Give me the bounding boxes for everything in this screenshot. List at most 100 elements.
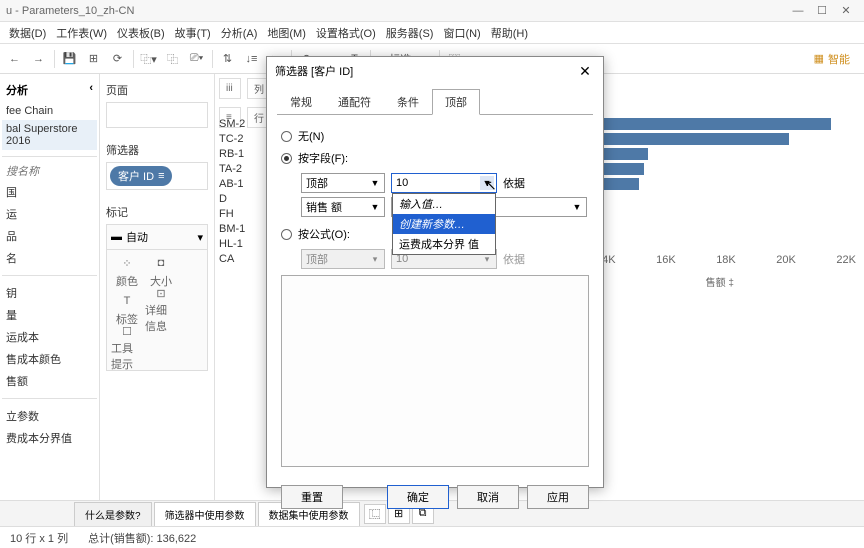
measure-combo[interactable]: 销售 额▼ — [301, 197, 385, 217]
dimension-item[interactable]: 品 — [2, 225, 97, 247]
toolbar-icon[interactable]: ⟳ — [107, 48, 129, 70]
by-label-2: 依据 — [503, 251, 525, 267]
formula-top-combo: 顶部▾ — [301, 249, 385, 269]
pages-shelf[interactable] — [106, 102, 208, 128]
columns-shelf[interactable]: iii — [219, 78, 241, 99]
toolbar-icon[interactable]: → — [28, 48, 50, 70]
dimension-item[interactable]: 运 — [2, 203, 97, 225]
tab-condition[interactable]: 条件 — [384, 89, 432, 115]
datasource-item[interactable]: bal Superstore 2016 — [2, 120, 97, 150]
datasource-item[interactable]: fee Chain — [2, 102, 97, 120]
filter-pill[interactable]: 客户 ID≡ — [110, 166, 172, 186]
bar[interactable] — [596, 133, 789, 145]
dialog-tabs: 常规 通配符 条件 顶部 — [267, 89, 603, 115]
measure-item[interactable]: 售额 — [2, 370, 97, 392]
menu-format[interactable]: 设置格式(O) — [311, 25, 381, 41]
menu-bar: 数据(D) 工作表(W) 仪表板(B) 故事(T) 分析(A) 地图(M) 设置… — [0, 22, 864, 44]
separator — [212, 50, 213, 68]
axis-label: 售额 ‡ — [706, 274, 734, 289]
menu-data[interactable]: 数据(D) — [4, 25, 51, 41]
minimize-button[interactable]: — — [786, 5, 810, 17]
search-input[interactable] — [2, 163, 88, 181]
menu-window[interactable]: 窗口(N) — [438, 25, 485, 41]
dropdown-item-enter[interactable]: 输入值… — [393, 194, 495, 214]
bar-chart[interactable] — [596, 118, 856, 193]
menu-dashboard[interactable]: 仪表板(B) — [112, 25, 170, 41]
tab-wildcard[interactable]: 通配符 — [325, 89, 384, 115]
marks-header: 标记 — [106, 200, 208, 224]
color-button[interactable]: ⁘颜色 — [111, 254, 143, 290]
title-bar: u - Parameters_10_zh-CN — ☐ ✕ — [0, 0, 864, 22]
measure-item[interactable]: 钥 — [2, 282, 97, 304]
new-data-icon[interactable]: ⊞ — [83, 48, 105, 70]
divider — [2, 398, 97, 399]
window-title: u - Parameters_10_zh-CN — [6, 5, 786, 17]
dialog-title: 筛选器 [客户 ID] — [275, 63, 575, 79]
detail-button[interactable]: ⊡详细信息 — [145, 292, 177, 328]
filters-card: 筛选器 客户 ID≡ — [106, 138, 208, 190]
filters-shelf[interactable]: 客户 ID≡ — [106, 162, 208, 190]
swap-icon[interactable]: ⇅ — [217, 48, 239, 70]
x-axis: 14K16K18K 20K22K — [596, 254, 856, 266]
filters-header: 筛选器 — [106, 138, 208, 162]
parameter-item[interactable]: 费成本分界值 — [2, 427, 97, 449]
separator — [133, 50, 134, 68]
clear-icon[interactable]: ⎚▾ — [186, 48, 208, 70]
status-rows: 10 行 x 1 列 — [10, 530, 68, 546]
divider — [2, 275, 97, 276]
tab-top[interactable]: 顶部 — [432, 89, 480, 115]
menu-worksheet[interactable]: 工作表(W) — [51, 25, 112, 41]
row-headers: SM-2TC-2RB-1 TA-2AB-1D FHBM-1HL-1 CA — [219, 118, 245, 268]
reset-button[interactable]: 重置 — [281, 485, 343, 509]
dimension-item[interactable]: 国 — [2, 181, 97, 203]
maximize-button[interactable]: ☐ — [810, 4, 834, 17]
dimension-item[interactable]: 名 — [2, 247, 97, 269]
pages-header: 页面 — [106, 78, 208, 102]
value-combo[interactable]: 10▼ 输入值… 创建新参数… 运费成本分界 值 — [391, 173, 497, 193]
cancel-button[interactable]: 取消 — [457, 485, 519, 509]
apply-button[interactable]: 应用 — [527, 485, 589, 509]
marks-card: 标记 ▬自动▾ ⁘颜色 ◘大小 T标签 ⊡详细信息 ☐工具提示 — [106, 200, 208, 371]
radio-by-field[interactable]: 按字段(F): — [281, 147, 589, 169]
pages-card: 页面 — [106, 78, 208, 128]
menu-map[interactable]: 地图(M) — [262, 25, 311, 41]
show-me-button[interactable]: ▦智能 — [814, 51, 860, 67]
top-combo[interactable]: 顶部▼ — [301, 173, 385, 193]
measure-item[interactable]: 量 — [2, 304, 97, 326]
formula-area — [281, 275, 589, 467]
mark-type-dropdown[interactable]: ▬自动▾ — [107, 225, 207, 250]
measure-item[interactable]: 运成本 — [2, 326, 97, 348]
by-label: 依据 — [503, 175, 525, 191]
label-button[interactable]: T标签 — [111, 292, 143, 328]
menu-story[interactable]: 故事(T) — [170, 25, 216, 41]
tooltip-button[interactable]: ☐工具提示 — [111, 330, 143, 366]
data-pane: 分析‹ fee Chain bal Superstore 2016 国 运 品 … — [0, 74, 100, 500]
toolbar-icon[interactable]: ← — [4, 48, 26, 70]
close-button[interactable]: ✕ — [834, 4, 858, 17]
new-sheet-icon[interactable]: ⿻▾ — [138, 48, 160, 70]
dialog-close-button[interactable]: ✕ — [575, 63, 595, 80]
bar[interactable] — [596, 118, 831, 130]
sheet-tab[interactable]: 什么是参数? — [74, 502, 152, 526]
ok-button[interactable]: 确定 — [387, 485, 449, 509]
dialog-titlebar: 筛选器 [客户 ID] ✕ — [267, 57, 603, 85]
value-dropdown: 输入值… 创建新参数… 运费成本分界 值 — [392, 193, 496, 255]
sheet-tab[interactable]: 筛选器中使用参数 — [154, 502, 256, 526]
parameter-item[interactable]: 立参数 — [2, 405, 97, 427]
radio-none[interactable]: 无(N) — [281, 125, 589, 147]
menu-analysis[interactable]: 分析(A) — [216, 25, 263, 41]
analysis-header: 分析‹ — [2, 78, 97, 102]
menu-server[interactable]: 服务器(S) — [381, 25, 439, 41]
dropdown-item-create[interactable]: 创建新参数… — [393, 214, 495, 234]
dropdown-item-param[interactable]: 运费成本分界 值 — [393, 234, 495, 254]
status-bar: 10 行 x 1 列 总计(销售额): 136,622 — [0, 526, 864, 548]
save-icon[interactable]: 💾 — [59, 48, 81, 70]
size-button[interactable]: ◘大小 — [145, 254, 177, 290]
sort-asc-icon[interactable]: ↓≡ — [241, 48, 263, 70]
measure-item[interactable]: 售成本颜色 — [2, 348, 97, 370]
tab-general[interactable]: 常规 — [277, 89, 325, 115]
duplicate-icon[interactable]: ⿻ — [162, 48, 184, 70]
menu-help[interactable]: 帮助(H) — [486, 25, 533, 41]
divider — [2, 156, 97, 157]
cards-pane: 页面 筛选器 客户 ID≡ 标记 ▬自动▾ ⁘颜色 ◘大小 T标签 ⊡详细信息 … — [100, 74, 215, 500]
